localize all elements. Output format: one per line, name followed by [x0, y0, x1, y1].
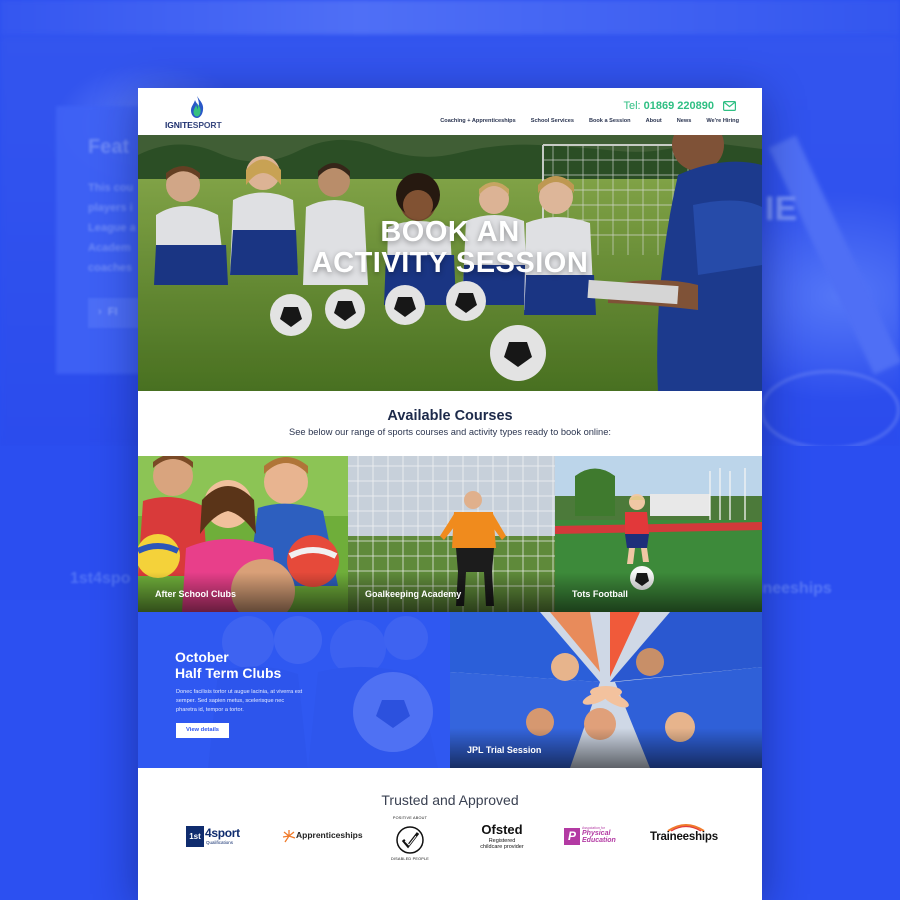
background-logo-right: ineeships: [758, 580, 832, 597]
tile-caption: Tots Football: [572, 589, 628, 599]
logo-physical-education[interactable]: P Association for Physical Education: [564, 826, 628, 850]
nav-item-hiring[interactable]: We're Hiring: [706, 118, 739, 124]
main-nav: Coaching + Apprenticeships School Servic…: [425, 118, 739, 124]
partner-logos: 1st 4sport Qualifications Apprenticeship…: [138, 816, 762, 886]
logo-positive-about-disabled[interactable]: POSITIVE ABOUT DISABLED PEOPLE: [388, 816, 432, 862]
course-grid-row-1: After School Clubs Goalkeeping Academy T…: [138, 456, 762, 612]
trusted-heading: Trusted and Approved: [381, 792, 519, 808]
background-feature-button: › FI: [88, 298, 144, 328]
course-grid-row-2: October Half Term Clubs Donec facilisis …: [138, 612, 762, 768]
promo-body: Donec facilisis tortor ut augue lacinia,…: [176, 689, 303, 713]
course-tile-goalkeeping[interactable]: Goalkeeping Academy: [348, 456, 555, 612]
positive-about-disabled-icon: [396, 826, 424, 854]
logo-traineeships-text: Traineeships: [650, 831, 718, 843]
hero-title: BOOK AN ACTIVITY SESSION: [138, 217, 762, 279]
phone-link[interactable]: Tel: 01869 220890: [623, 100, 714, 112]
logo-ofsted-word: Ofsted: [481, 822, 523, 837]
nav-item-coaching[interactable]: Coaching + Apprenticeships: [440, 118, 515, 124]
logo-pe-line-1: Physical: [582, 830, 611, 837]
hero-title-line-1: BOOK AN: [380, 216, 520, 248]
logo-pe-line-2: Education: [582, 837, 616, 844]
logo-apprenticeships-text: Apprenticeships: [296, 830, 363, 840]
course-tile-after-school[interactable]: After School Clubs: [138, 456, 348, 612]
apprenticeships-starburst-icon: [282, 830, 296, 843]
promo-title-line-1: October: [175, 649, 229, 665]
courses-section-header: Available Courses See below our range of…: [138, 391, 762, 456]
background-feature-line: Academ: [88, 242, 131, 254]
phone-number: 01869 220890: [643, 100, 714, 112]
logo-ofsted[interactable]: Ofsted Registered childcare provider: [472, 822, 532, 858]
tile-caption: JPL Trial Session: [467, 745, 542, 755]
hero-title-line-2: ACTIVITY SESSION: [311, 247, 589, 279]
site-header: IGNITESPORT Tel: 01869 220890 Coaching +…: [138, 88, 762, 135]
course-tile-tots-football[interactable]: Tots Football: [555, 456, 762, 612]
background-racket-shape: [760, 370, 900, 450]
view-details-button[interactable]: View details: [176, 723, 229, 738]
pe-letter-icon: P: [564, 828, 580, 845]
flame-logo-icon: [191, 96, 204, 118]
mail-icon[interactable]: [723, 101, 736, 111]
courses-heading: Available Courses: [387, 408, 513, 424]
background-feature-line: This cou: [88, 182, 134, 194]
nav-item-about[interactable]: About: [646, 118, 662, 124]
logo-1st4sport-badge: 1st: [186, 826, 204, 847]
logo-1st4sport-word: 4sport: [205, 826, 240, 840]
logo-wordmark: IGNITESPORT: [165, 120, 222, 130]
trusted-section: Trusted and Approved 1st 4sport Qualific…: [138, 768, 762, 886]
website-mockup: IGNITESPORT Tel: 01869 220890 Coaching +…: [138, 88, 762, 900]
course-tile-jpl-trial[interactable]: JPL Trial Session: [450, 612, 762, 768]
background-feature-line: players i: [88, 202, 133, 214]
promo-title-line-2: Half Term Clubs: [175, 664, 282, 681]
logo-brand-text-2: SPORT: [192, 120, 222, 130]
background-feature-line: League a: [88, 222, 136, 234]
tile-caption: Goalkeeping Academy: [365, 589, 462, 599]
background-logo-left: 1st4spo: [70, 570, 131, 587]
background-top-band: [0, 0, 900, 36]
background-side-word: IE: [765, 190, 798, 228]
site-logo[interactable]: IGNITESPORT: [165, 95, 235, 130]
logo-disabled-bottom-text: DISABLED PEOPLE: [390, 857, 430, 861]
logo-1st4sport-sub: Qualifications: [206, 840, 234, 845]
tile-caption: After School Clubs: [155, 589, 237, 599]
nav-item-news[interactable]: News: [677, 118, 692, 124]
background-feature-heading: Feat: [88, 136, 130, 158]
logo-traineeships[interactable]: Traineeships: [650, 822, 720, 852]
phone-label: Tel:: [623, 100, 641, 112]
nav-item-school-services[interactable]: School Services: [531, 118, 574, 124]
logo-disabled-top-text: POSITIVE ABOUT: [392, 816, 428, 820]
logo-apprenticeships[interactable]: Apprenticeships: [282, 826, 363, 850]
courses-subheading: See below our range of sports courses an…: [289, 427, 611, 437]
logo-ofsted-sub-2: childcare provider: [480, 844, 524, 850]
background-feature-line: coaches: [88, 262, 133, 274]
promo-title: October Half Term Clubs: [175, 649, 282, 681]
nav-item-book-session[interactable]: Book a Session: [589, 118, 631, 124]
logo-1st4sport[interactable]: 1st 4sport Qualifications: [186, 826, 248, 850]
logo-brand-text: IGNITE: [165, 120, 193, 130]
hero-banner: BOOK AN ACTIVITY SESSION: [138, 135, 762, 391]
half-term-promo: October Half Term Clubs Donec facilisis …: [138, 612, 450, 768]
